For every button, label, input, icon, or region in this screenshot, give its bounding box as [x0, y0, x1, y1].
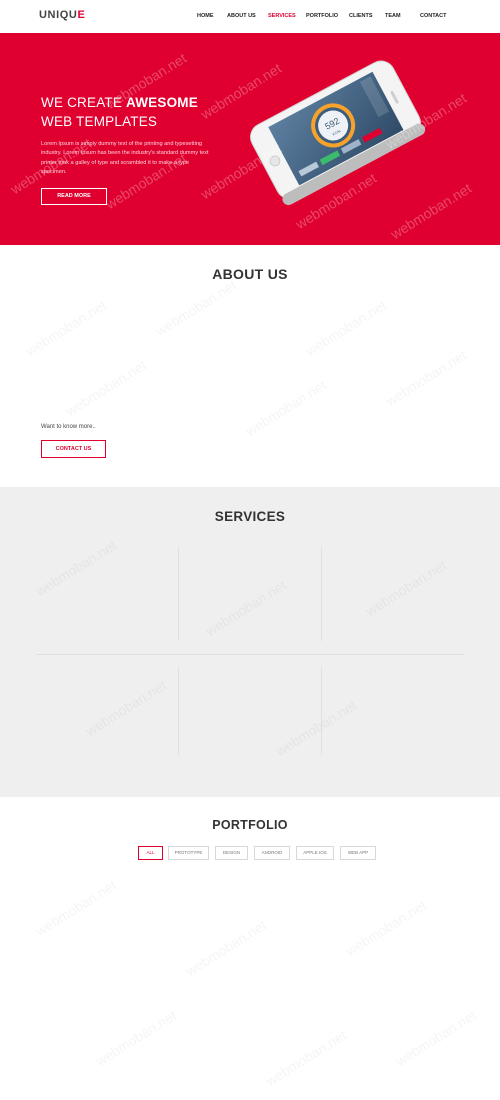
- watermark: webmoban.net: [63, 357, 149, 419]
- filter-android[interactable]: ANDROID: [254, 846, 290, 860]
- watermark: webmoban.net: [93, 1007, 179, 1069]
- watermark: webmoban.net: [393, 1007, 479, 1069]
- nav-item-services[interactable]: SERVICES: [268, 13, 296, 19]
- portfolio-section-title: PORTFOLIO: [212, 818, 288, 832]
- hero-title: WE CREATE AWESOME WEB TEMPLATES: [41, 95, 198, 129]
- filter-design[interactable]: DESIGN: [215, 846, 248, 860]
- filter-prototype[interactable]: PROTOTYPE: [168, 846, 209, 860]
- hero-banner: WE CREATE AWESOME WEB TEMPLATES Lorem Ip…: [0, 33, 500, 245]
- nav-item-home[interactable]: HOME: [197, 13, 214, 19]
- watermark: webmoban.net: [183, 917, 269, 979]
- filter-all[interactable]: ALL: [138, 846, 163, 860]
- nav-item-portfolio[interactable]: PORTFOLIO: [306, 13, 338, 19]
- services-grid-divider: [178, 667, 179, 755]
- phone-mockup-image: 592 KCAL: [250, 60, 426, 206]
- watermark: webmoban.net: [303, 297, 389, 359]
- services-grid-divider: [321, 547, 322, 641]
- nav-item-team[interactable]: TEAM: [385, 13, 401, 19]
- services-section-title: SERVICES: [214, 509, 286, 524]
- services-grid-divider: [36, 654, 464, 655]
- contact-us-button[interactable]: CONTACT US: [41, 440, 106, 458]
- services-grid-divider: [321, 667, 322, 755]
- nav-item-about-us[interactable]: ABOUT US: [227, 13, 256, 19]
- read-more-button[interactable]: READ MORE: [41, 188, 107, 205]
- nav-item-contact[interactable]: CONTACT: [420, 13, 446, 19]
- services-section: SERVICES: [0, 487, 500, 797]
- watermark: webmoban.net: [23, 297, 109, 359]
- top-navbar: UNIQUE HOME ABOUT US SERVICES PORTFOLIO …: [0, 0, 500, 33]
- watermark: webmoban.net: [343, 897, 429, 959]
- services-grid-divider: [178, 547, 179, 641]
- logo[interactable]: UNIQUE: [39, 9, 85, 21]
- watermark: webmoban.net: [33, 877, 119, 939]
- watermark: webmoban.net: [243, 377, 329, 439]
- about-text: Want to know more..: [41, 424, 96, 430]
- watermark: webmoban.net: [383, 347, 469, 409]
- filter-apple-ios[interactable]: APPLE IOS: [296, 846, 334, 860]
- filter-web-app[interactable]: WEB APP: [340, 846, 376, 860]
- watermark: webmoban.net: [153, 277, 239, 339]
- about-section-title: ABOUT US: [212, 266, 288, 282]
- hero-description: Lorem Ipsum is simply dummy text of the …: [41, 141, 209, 176]
- watermark: webmoban.net: [263, 1027, 349, 1089]
- nav-item-clients[interactable]: CLIENTS: [349, 13, 373, 19]
